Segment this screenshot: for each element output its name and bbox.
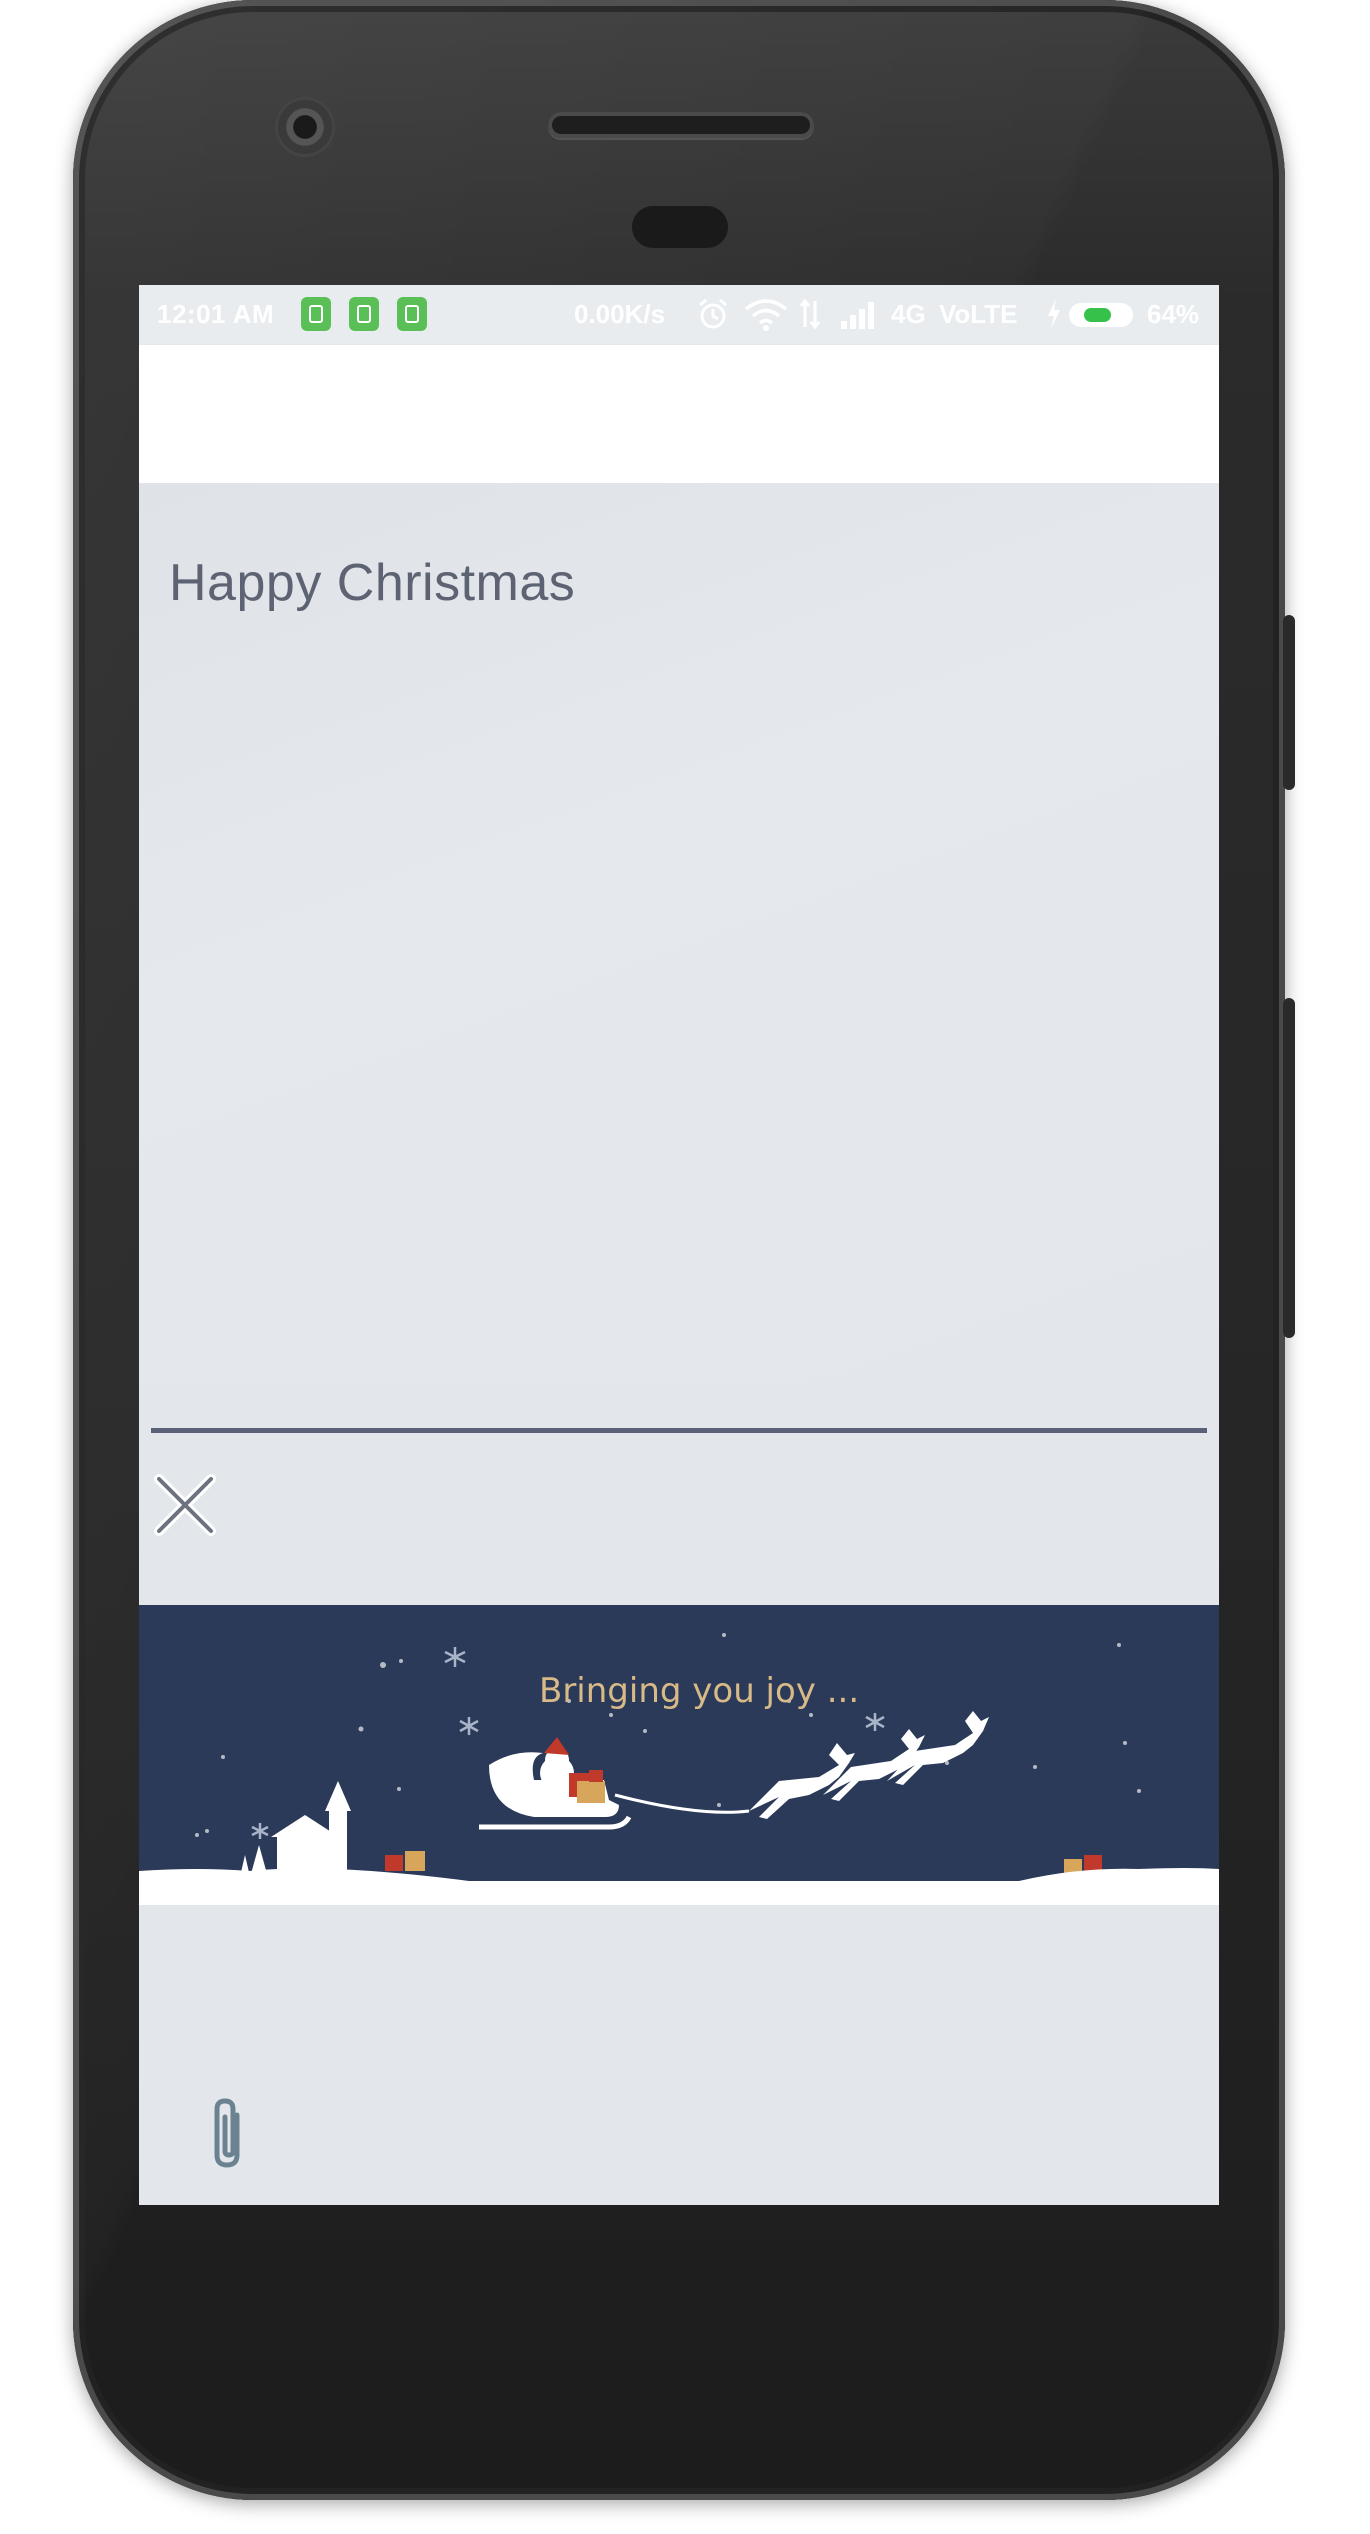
message-text: Happy Christmas: [169, 554, 576, 612]
close-icon[interactable]: [153, 1473, 217, 1537]
gifts: [385, 1851, 1102, 1873]
app-bar: [139, 345, 1219, 483]
compose-area: [139, 1905, 1219, 2205]
volte-indicator: VoLTE: [939, 299, 1018, 329]
sleigh: [479, 1737, 632, 1830]
volume-button: [1283, 998, 1295, 1338]
power-button: [1283, 615, 1295, 790]
battery-icon: [1069, 303, 1133, 327]
banner-illustration: [139, 1633, 1219, 1881]
reindeer: [749, 1711, 989, 1819]
paperclip-icon[interactable]: [207, 2095, 253, 2171]
alarm-icon: [699, 298, 727, 329]
charging-icon: [1048, 299, 1060, 329]
data-arrows-icon: [799, 298, 821, 330]
banner-sky: Bringing you joy ...: [139, 1605, 1219, 1881]
reins: [614, 1793, 750, 1814]
battery-level: [1084, 308, 1111, 322]
banner-caption: Bringing you joy ...: [539, 1671, 860, 1711]
snow-ground: [139, 1868, 1219, 1881]
android-icon: [349, 297, 379, 331]
status-time: 12:01 AM: [157, 299, 275, 329]
message-area[interactable]: Happy Christmas: [139, 483, 1219, 1383]
battery-saver-icon: [301, 297, 331, 331]
android-icon: [397, 297, 427, 331]
network-speed: 0.00K/s: [574, 299, 666, 329]
front-camera: [278, 100, 332, 154]
christmas-banner: Bringing you joy ...: [139, 1605, 1219, 1905]
screen: 12:01 AM 0.00K/s 4G VoLTE 64% Happy Chri…: [139, 285, 1219, 2205]
divider: [151, 1428, 1207, 1433]
village: [239, 1781, 351, 1881]
battery-percent: 64%: [1147, 299, 1200, 329]
wifi-icon: [744, 299, 788, 331]
status-bar: 12:01 AM 0.00K/s 4G VoLTE 64%: [139, 285, 1219, 345]
proximity-sensor: [632, 206, 728, 248]
earpiece-speaker: [548, 112, 814, 138]
network-type: 4G: [891, 299, 926, 329]
signal-icon: [841, 302, 874, 329]
